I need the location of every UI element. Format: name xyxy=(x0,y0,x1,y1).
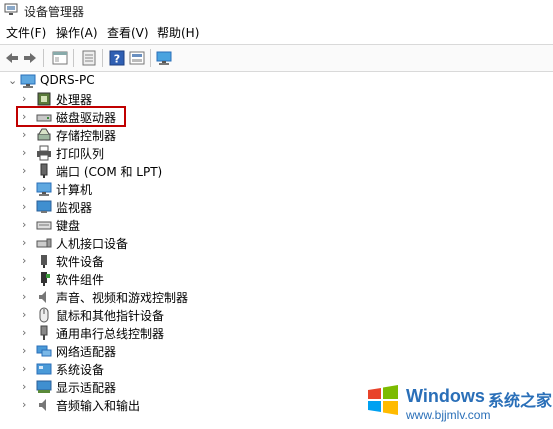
chevron-right-icon[interactable]: › xyxy=(22,182,32,196)
computer-icon xyxy=(20,74,36,88)
scan-icon[interactable] xyxy=(156,50,172,66)
tree-item-keyboards[interactable]: › 键盘 xyxy=(0,216,553,234)
tree-item-monitors[interactable]: › 监视器 xyxy=(0,198,553,216)
tree-item-label: 显示适配器 xyxy=(56,381,117,395)
chevron-right-icon[interactable]: › xyxy=(22,362,32,376)
printer-icon xyxy=(37,145,51,161)
display-adapter-icon xyxy=(36,380,52,393)
menu-action[interactable]: 操作(A) xyxy=(56,24,98,41)
chevron-right-icon[interactable]: › xyxy=(22,236,32,250)
chevron-right-icon[interactable]: › xyxy=(22,308,32,322)
tree-item-print-queues[interactable]: › 打印队列 xyxy=(0,144,553,162)
tree-item-label: 鼠标和其他指针设备 xyxy=(56,309,165,323)
tree-item-software-components[interactable]: › 软件组件 xyxy=(0,270,553,288)
chevron-right-icon[interactable]: › xyxy=(22,92,32,106)
toolbar-separator xyxy=(43,49,44,67)
tree-item-network[interactable]: › 网络适配器 xyxy=(0,342,553,360)
toolbar-separator xyxy=(150,49,151,67)
computer-icon xyxy=(36,182,52,196)
processor-icon xyxy=(37,92,51,106)
tree-item-ports[interactable]: › 端口 (COM 和 LPT) xyxy=(0,162,553,180)
tree-item-label: 端口 (COM 和 LPT) xyxy=(56,165,163,179)
chevron-right-icon[interactable]: › xyxy=(22,380,32,394)
port-icon xyxy=(40,163,48,178)
chevron-right-icon[interactable]: › xyxy=(22,164,32,178)
svg-text:?: ? xyxy=(114,53,120,66)
tree-item-label: 计算机 xyxy=(56,183,93,197)
toolbar-separator xyxy=(102,49,103,67)
tree-item-label: 监视器 xyxy=(56,201,93,215)
chevron-right-icon[interactable]: › xyxy=(22,254,32,268)
tree-item-system-devices[interactable]: › 系统设备 xyxy=(0,360,553,378)
view-icon[interactable] xyxy=(129,50,145,66)
tree-item-label: 存储控制器 xyxy=(56,129,117,143)
tree-item-label: 音频输入和输出 xyxy=(56,399,141,413)
tree-item-label: 软件组件 xyxy=(56,273,105,287)
tree-item-display-adapters[interactable]: › 显示适配器 xyxy=(0,378,553,396)
menu-bar: 文件(F) 操作(A) 查看(V) 帮助(H) xyxy=(0,24,553,42)
mouse-icon xyxy=(39,307,49,323)
tree-item-usb[interactable]: › 通用串行总线控制器 xyxy=(0,324,553,342)
back-icon[interactable] xyxy=(4,50,20,66)
hid-icon xyxy=(36,238,52,248)
chevron-right-icon[interactable]: › xyxy=(22,344,32,358)
chevron-right-icon[interactable]: › xyxy=(22,398,32,412)
chevron-right-icon[interactable]: › xyxy=(22,200,32,214)
tree-item-storage-controllers[interactable]: › 存储控制器 xyxy=(0,126,553,144)
menu-file[interactable]: 文件(F) xyxy=(6,24,46,41)
software-device-icon xyxy=(41,255,47,268)
storage-controller-icon xyxy=(37,128,51,141)
tree-item-mice[interactable]: › 鼠标和其他指针设备 xyxy=(0,306,553,324)
software-component-icon xyxy=(41,272,50,286)
device-manager-icon xyxy=(4,3,18,15)
tree-item-label: 键盘 xyxy=(56,219,81,233)
tree-item-label: 人机接口设备 xyxy=(56,237,129,251)
chevron-right-icon[interactable]: › xyxy=(22,326,32,340)
tree-item-label: 通用串行总线控制器 xyxy=(56,327,165,341)
monitor-icon xyxy=(36,200,52,213)
sound-icon xyxy=(39,291,46,303)
help-icon[interactable]: ? xyxy=(109,50,125,66)
chevron-right-icon[interactable]: › xyxy=(22,272,32,286)
tree-item-audio-io[interactable]: › 音频输入和输出 xyxy=(0,396,553,414)
toolbar-separator xyxy=(73,49,74,67)
toolbar: ? xyxy=(0,44,553,72)
usb-icon xyxy=(40,325,48,340)
menu-help[interactable]: 帮助(H) xyxy=(157,24,199,41)
highlight-box xyxy=(16,106,126,127)
tree-item-computer[interactable]: › 计算机 xyxy=(0,180,553,198)
tree-item-hid[interactable]: › 人机接口设备 xyxy=(0,234,553,252)
tree-item-label: 声音、视频和游戏控制器 xyxy=(56,291,189,305)
forward-icon[interactable] xyxy=(22,50,38,66)
tree-root-label: QDRS-PC xyxy=(40,73,95,87)
chevron-right-icon[interactable]: › xyxy=(22,290,32,304)
chevron-right-icon[interactable]: › xyxy=(22,218,32,232)
tree-item-sound[interactable]: › 声音、视频和游戏控制器 xyxy=(0,288,553,306)
tree-item-label: 打印队列 xyxy=(56,147,105,161)
window-title: 设备管理器 xyxy=(24,5,85,19)
menu-view[interactable]: 查看(V) xyxy=(107,24,149,41)
audio-io-icon xyxy=(39,399,46,411)
update-icon[interactable] xyxy=(81,50,97,66)
chevron-right-icon[interactable]: › xyxy=(22,146,32,160)
title-bar: 设备管理器 xyxy=(0,0,553,20)
network-icon xyxy=(36,345,52,357)
tree-item-label: 网络适配器 xyxy=(56,345,117,359)
tree-root[interactable]: ⌄ QDRS-PC xyxy=(0,72,553,90)
chevron-down-icon[interactable]: ⌄ xyxy=(8,74,18,88)
system-device-icon xyxy=(36,363,52,375)
properties-icon[interactable] xyxy=(52,50,68,66)
tree-item-software-devices[interactable]: › 软件设备 xyxy=(0,252,553,270)
tree-item-label: 软件设备 xyxy=(56,255,105,269)
tree-item-label: 系统设备 xyxy=(56,363,105,377)
keyboard-icon xyxy=(36,221,52,230)
chevron-right-icon[interactable]: › xyxy=(22,128,32,142)
